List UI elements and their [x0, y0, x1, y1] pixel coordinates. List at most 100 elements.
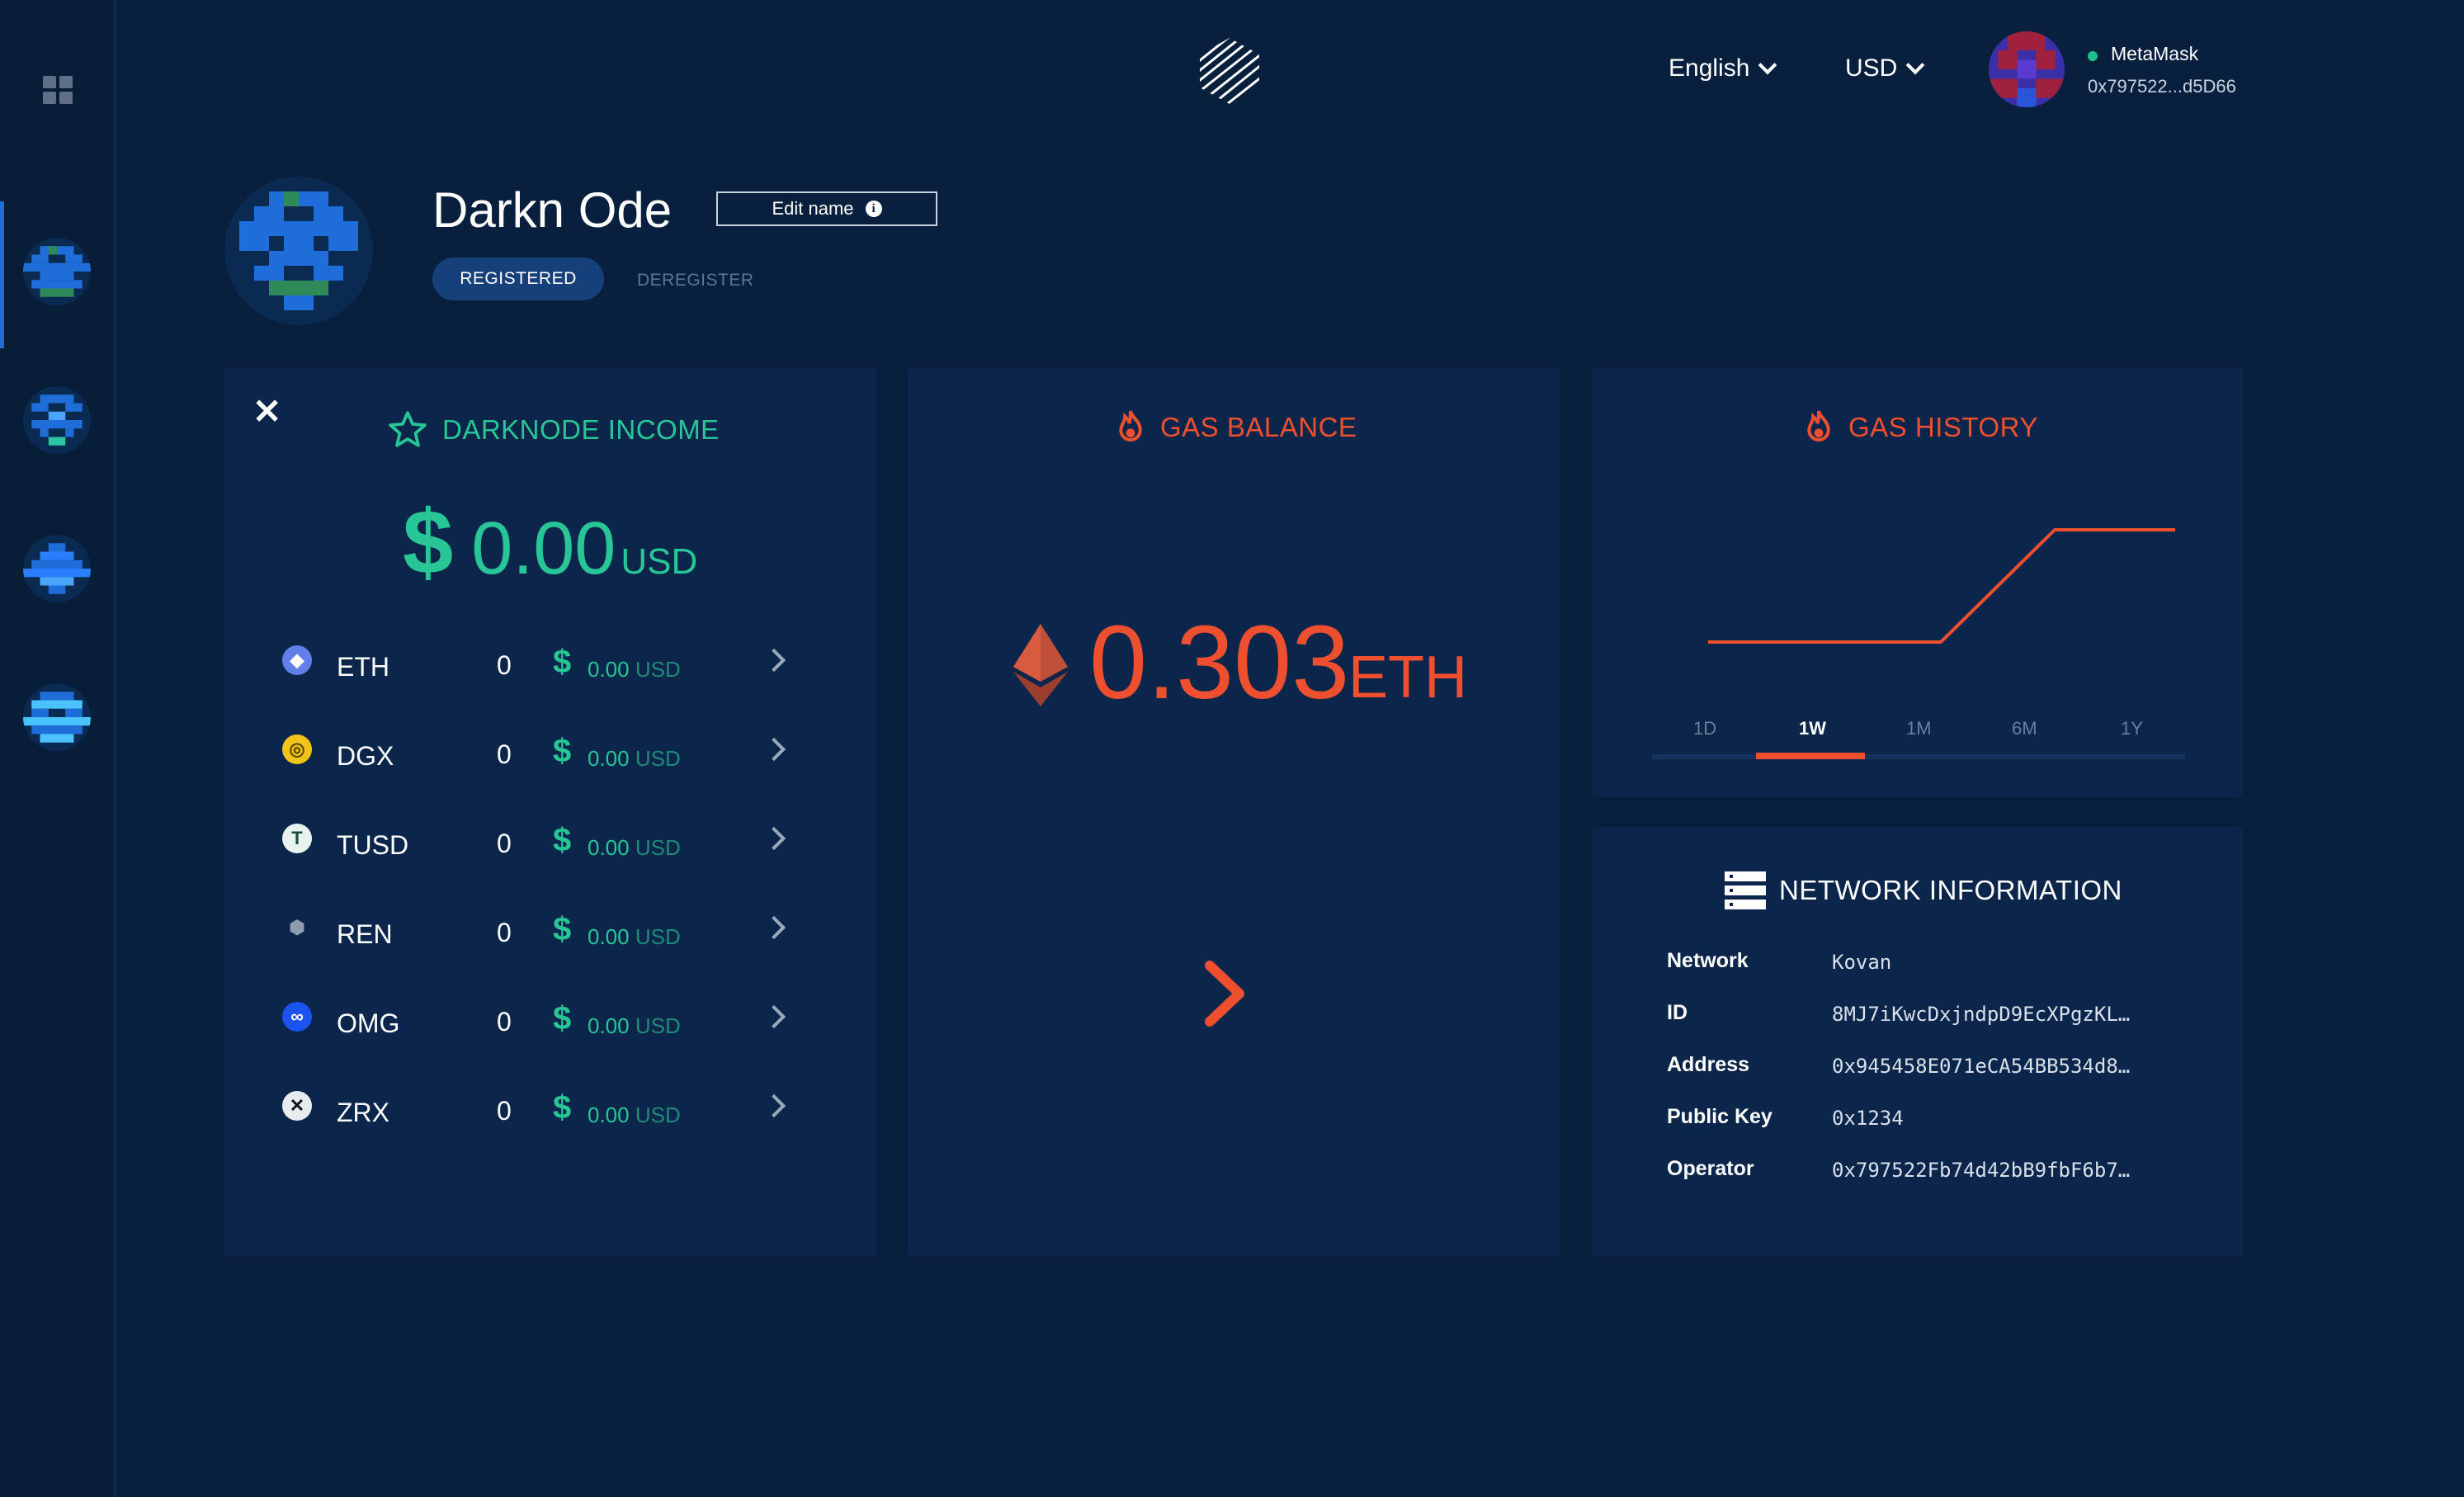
omg-icon: ∞	[282, 1002, 312, 1032]
sidebar-item-darknode-2[interactable]	[23, 386, 91, 454]
network-info-value: 0x1234	[1832, 1107, 1904, 1130]
token-usd-value: 0.00 USD	[588, 835, 681, 861]
token-usd-label: USD	[635, 924, 681, 949]
sidebar-active-indicator	[0, 201, 4, 348]
ethereum-icon	[1013, 624, 1068, 706]
chevron-right-icon[interactable]	[762, 826, 786, 851]
token-row-ren[interactable]: ⬢ REN 0 $ 0.00 USD	[282, 908, 786, 957]
timeframe-tab-1d[interactable]: 1D	[1693, 718, 1716, 739]
network-info-value: 0x945458E071eCA54BB534d8…	[1832, 1055, 2131, 1078]
network-info-label: Public Key	[1667, 1105, 1772, 1128]
token-usd-value: 0.00 USD	[588, 1103, 681, 1128]
registered-tab[interactable]: REGISTERED	[432, 257, 604, 300]
token-amount: 0	[497, 829, 512, 858]
tusd-icon: T	[282, 824, 312, 853]
token-usd-value: 0.00 USD	[588, 746, 681, 772]
network-info-value: 0x797522Fb74d42bB9fbF6b7…	[1832, 1159, 2131, 1182]
token-amount: 0	[497, 739, 512, 769]
dollar-icon: $	[553, 911, 572, 947]
flame-icon	[1119, 410, 1142, 442]
sidebar-item-darknode-3[interactable]	[23, 535, 91, 602]
gas-balance-currency: ETH	[1348, 645, 1467, 711]
chevron-right-icon[interactable]	[762, 1004, 786, 1029]
token-row-tusd[interactable]: T TUSD 0 $ 0.00 USD	[282, 819, 786, 868]
dollar-icon: $	[553, 733, 572, 769]
wallet-status-dot	[2088, 51, 2098, 61]
token-usd-label: USD	[635, 1013, 681, 1038]
token-row-dgx[interactable]: ◎ DGX 0 $ 0.00 USD	[282, 730, 786, 779]
token-amount: 0	[497, 1007, 512, 1037]
sidebar-item-darknode-1[interactable]	[23, 238, 91, 305]
dollar-icon: $	[553, 1089, 572, 1126]
token-usd-value: 0.00 USD	[588, 657, 681, 682]
close-icon[interactable]: ✕	[253, 394, 281, 429]
dollar-icon: $	[553, 822, 572, 858]
network-info-label: Operator	[1667, 1157, 1754, 1180]
token-symbol: ETH	[337, 652, 389, 682]
darknode-identicon-icon	[239, 191, 358, 310]
wallet-avatar[interactable]	[1989, 31, 2065, 107]
network-info-value: 8MJ7iKwcDxjndpD9EcXPgzKL…	[1832, 1003, 2131, 1026]
sidebar	[0, 0, 116, 1497]
chevron-right-icon[interactable]	[762, 915, 786, 940]
dollar-icon: $	[553, 644, 572, 680]
token-symbol: ZRX	[337, 1098, 389, 1127]
network-info-label: ID	[1667, 1001, 1688, 1024]
token-amount: 0	[497, 918, 512, 947]
token-amount: 0	[497, 650, 512, 680]
token-row-omg[interactable]: ∞ OMG 0 $ 0.00 USD	[282, 997, 786, 1046]
dollar-icon: $	[553, 1000, 572, 1037]
timeframe-tab-6m[interactable]: 6M	[2012, 718, 2037, 739]
token-symbol: DGX	[337, 741, 394, 771]
network-info-label: Network	[1667, 949, 1749, 972]
timeframe-tab-1w[interactable]: 1W	[1799, 718, 1826, 739]
chevron-right-icon[interactable]	[762, 737, 786, 762]
eth-icon: ◆	[282, 645, 312, 675]
timeframe-tab-1y[interactable]: 1Y	[2121, 718, 2143, 739]
income-total-currency: USD	[621, 541, 698, 582]
token-usd-value: 0.00 USD	[588, 924, 681, 950]
dollar-icon: $	[403, 492, 454, 593]
dgx-icon: ◎	[282, 734, 312, 764]
sidebar-item-darknode-4[interactable]	[23, 683, 91, 751]
gas-balance-card	[908, 368, 1560, 1256]
dashboard-grid-icon[interactable]	[43, 76, 73, 104]
wallet-provider: MetaMask	[2111, 43, 2199, 64]
token-usd-label: USD	[635, 657, 681, 682]
chevron-right-icon[interactable]	[762, 1093, 786, 1118]
chevron-right-icon[interactable]	[1203, 961, 1248, 1027]
currency-dropdown[interactable]: USD	[1845, 54, 1925, 83]
token-usd-label: USD	[635, 835, 681, 860]
edit-name-button[interactable]: Edit name i	[716, 191, 937, 226]
network-info-label: Address	[1667, 1053, 1750, 1076]
token-usd-amount: 0.00	[588, 746, 630, 771]
chevron-right-icon[interactable]	[762, 648, 786, 673]
token-symbol: TUSD	[337, 830, 409, 860]
star-icon	[389, 411, 427, 447]
info-icon: i	[865, 201, 882, 217]
darknode-avatar	[224, 177, 373, 325]
network-info-value: Kovan	[1832, 951, 1892, 974]
gas-history-title: GAS HISTORY	[1802, 409, 2038, 446]
currency-label: USD	[1845, 54, 1898, 82]
timeframe-tab-1m[interactable]: 1M	[1906, 718, 1932, 739]
gas-balance-title: GAS BALANCE	[1114, 409, 1357, 446]
token-row-eth[interactable]: ◆ ETH 0 $ 0.00 USD	[282, 640, 786, 690]
zrx-icon: ✕	[282, 1091, 312, 1121]
deregister-tab[interactable]: DEREGISTER	[637, 271, 754, 290]
edit-name-label: Edit name	[772, 198, 854, 219]
income-title-label: DARKNODE INCOME	[442, 414, 720, 445]
gas-balance-title-label: GAS BALANCE	[1160, 412, 1357, 442]
timeframe-track	[1652, 754, 2185, 759]
token-usd-amount: 0.00	[588, 924, 630, 949]
token-row-zrx[interactable]: ✕ ZRX 0 $ 0.00 USD	[282, 1086, 786, 1136]
token-usd-value: 0.00 USD	[588, 1013, 681, 1039]
language-dropdown[interactable]: English	[1669, 54, 1777, 83]
ren-logo-icon[interactable]	[1195, 36, 1264, 106]
token-usd-amount: 0.00	[588, 657, 630, 682]
wallet-address[interactable]: 0x797522...d5D66	[2088, 76, 2236, 97]
token-usd-amount: 0.00	[588, 1103, 630, 1127]
ren-icon: ⬢	[289, 917, 305, 937]
token-symbol: OMG	[337, 1008, 400, 1038]
darknode-avatar-icon	[23, 692, 91, 743]
